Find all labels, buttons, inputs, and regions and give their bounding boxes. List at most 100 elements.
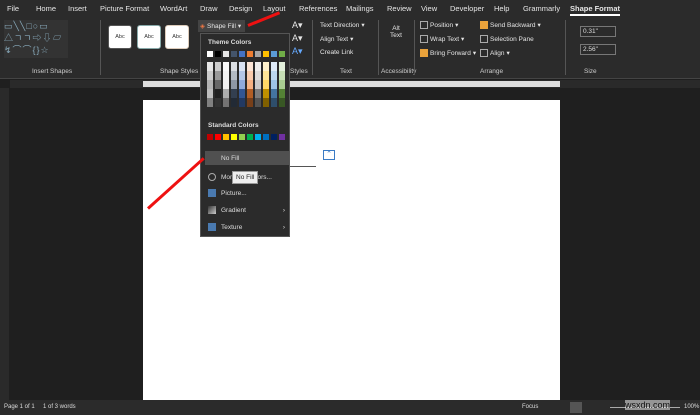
color-swatch[interactable] (223, 134, 229, 140)
color-swatch[interactable] (239, 62, 245, 71)
color-swatch[interactable] (279, 51, 285, 57)
color-swatch[interactable] (271, 134, 277, 140)
menu-item-texture[interactable]: Texture › (205, 220, 289, 234)
color-swatch[interactable] (207, 71, 213, 80)
text-outline-icon[interactable]: A▾ (292, 33, 303, 44)
send-backward-button[interactable]: Send Backward ▾ (480, 21, 541, 29)
color-swatch[interactable] (239, 89, 245, 98)
color-swatch[interactable] (207, 134, 213, 140)
shapes-gallery[interactable]: ▭╲╲□○▭ △ㄱㄱ⇨⇩▱ ↯⌒⌒{}☆ (4, 20, 68, 58)
color-swatch[interactable] (279, 98, 285, 107)
menu-item-no-fill[interactable]: No Fill (205, 151, 289, 165)
color-swatch[interactable] (255, 80, 261, 89)
tab-design[interactable]: Design (229, 4, 252, 13)
color-swatch[interactable] (247, 134, 253, 140)
tab-draw[interactable]: Draw (200, 4, 218, 13)
color-swatch[interactable] (231, 89, 237, 98)
align-text-button[interactable]: Align Text ▾ (320, 35, 353, 44)
color-swatch[interactable] (271, 71, 277, 80)
color-swatch[interactable] (271, 51, 277, 57)
color-swatch[interactable] (263, 62, 269, 71)
page-count[interactable]: Page 1 of 1 (4, 404, 35, 410)
menu-item-gradient[interactable]: Gradient › (205, 203, 289, 217)
color-swatch[interactable] (255, 134, 261, 140)
text-direction-button[interactable]: Text Direction ▾ (320, 21, 365, 30)
color-swatch[interactable] (279, 71, 285, 80)
tab-developer[interactable]: Developer (450, 4, 484, 13)
color-swatch[interactable] (247, 51, 253, 57)
color-swatch[interactable] (247, 89, 253, 98)
color-swatch[interactable] (279, 80, 285, 89)
color-swatch[interactable] (279, 89, 285, 98)
style-sample-3[interactable]: Abc (165, 25, 189, 49)
color-swatch[interactable] (223, 71, 229, 80)
color-swatch[interactable] (263, 80, 269, 89)
tab-layout[interactable]: Layout (263, 4, 286, 13)
position-button[interactable]: Position ▾ (420, 21, 458, 29)
color-swatch[interactable] (215, 80, 221, 89)
tab-picture-format[interactable]: Picture Format (100, 4, 149, 13)
tab-home[interactable]: Home (36, 4, 56, 13)
color-swatch[interactable] (215, 134, 221, 140)
word-count[interactable]: 1 of 3 words (43, 404, 76, 410)
color-swatch[interactable] (207, 80, 213, 89)
create-link-button[interactable]: Create Link (320, 49, 353, 56)
tab-help[interactable]: Help (494, 4, 509, 13)
focus-button[interactable]: Focus (522, 404, 538, 410)
shape-fill-button[interactable]: ◈ Shape Fill ▾ (198, 20, 245, 32)
color-swatch[interactable] (239, 71, 245, 80)
color-swatch[interactable] (263, 134, 269, 140)
color-swatch[interactable] (247, 80, 253, 89)
color-swatch[interactable] (255, 71, 261, 80)
tab-view[interactable]: View (421, 4, 437, 13)
color-swatch[interactable] (207, 98, 213, 107)
color-swatch[interactable] (255, 98, 261, 107)
color-swatch[interactable] (263, 89, 269, 98)
color-swatch[interactable] (279, 134, 285, 140)
color-swatch[interactable] (247, 71, 253, 80)
tab-mailings[interactable]: Mailings (346, 4, 374, 13)
color-swatch[interactable] (207, 51, 213, 57)
bring-forward-button[interactable]: Bring Forward ▾ (420, 49, 476, 57)
alt-text-button[interactable]: Alt Text (388, 25, 404, 39)
color-swatch[interactable] (223, 51, 229, 57)
layout-options-icon[interactable]: ⌃ (323, 150, 335, 160)
color-swatch[interactable] (239, 80, 245, 89)
color-swatch[interactable] (271, 89, 277, 98)
color-swatch[interactable] (207, 62, 213, 71)
color-swatch[interactable] (271, 62, 277, 71)
color-swatch[interactable] (263, 51, 269, 57)
tab-references[interactable]: References (299, 4, 337, 13)
color-swatch[interactable] (223, 98, 229, 107)
text-effects-icon[interactable]: A▾ (292, 46, 303, 57)
color-swatch[interactable] (231, 134, 237, 140)
color-swatch[interactable] (231, 62, 237, 71)
style-sample-1[interactable]: Abc (108, 25, 132, 49)
text-fill-icon[interactable]: A▾ (292, 20, 303, 31)
color-swatch[interactable] (223, 89, 229, 98)
color-swatch[interactable] (247, 98, 253, 107)
color-swatch[interactable] (271, 80, 277, 89)
tab-file[interactable]: File (7, 4, 19, 13)
color-swatch[interactable] (263, 71, 269, 80)
color-swatch[interactable] (223, 80, 229, 89)
tab-grammarly[interactable]: Grammarly (523, 4, 560, 13)
selection-pane-button[interactable]: Selection Pane (480, 35, 534, 43)
color-swatch[interactable] (239, 98, 245, 107)
color-swatch[interactable] (231, 71, 237, 80)
shape-line[interactable] (290, 166, 316, 167)
color-swatch[interactable] (279, 62, 285, 71)
color-swatch[interactable] (231, 98, 237, 107)
color-swatch[interactable] (239, 134, 245, 140)
color-swatch[interactable] (255, 62, 261, 71)
color-swatch[interactable] (215, 62, 221, 71)
color-swatch[interactable] (255, 51, 261, 57)
color-swatch[interactable] (263, 98, 269, 107)
style-sample-2[interactable]: Abc (137, 25, 161, 49)
zoom-level[interactable]: 100% (684, 404, 699, 410)
tab-review[interactable]: Review (387, 4, 412, 13)
tab-insert[interactable]: Insert (68, 4, 87, 13)
color-swatch[interactable] (231, 80, 237, 89)
color-swatch[interactable] (231, 51, 237, 57)
align-button[interactable]: Align ▾ (480, 49, 510, 57)
